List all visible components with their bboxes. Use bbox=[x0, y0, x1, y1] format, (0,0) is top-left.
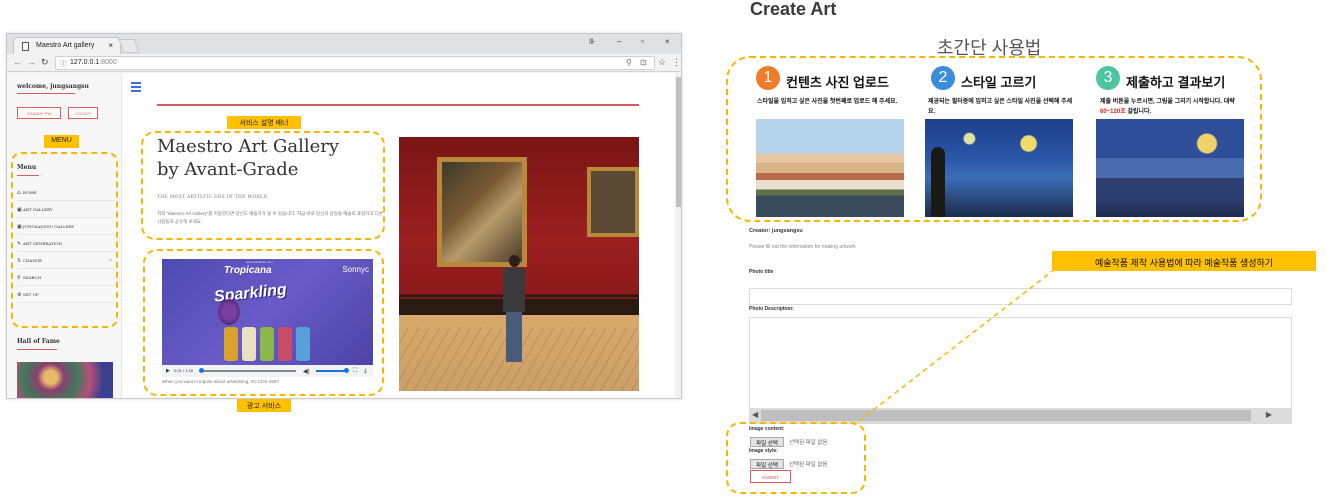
page-scrollbar[interactable] bbox=[675, 73, 681, 398]
hall-of-fame-image[interactable] bbox=[17, 362, 113, 398]
tab-title: Maestro Art gallery bbox=[36, 42, 95, 49]
scrollbar-thumb[interactable] bbox=[676, 77, 681, 207]
kebab-menu-icon[interactable]: ⋮ bbox=[672, 57, 681, 68]
form-instruction: Please fill out the information for maki… bbox=[749, 244, 856, 250]
welcome-text: welcome, jungsangsu bbox=[17, 83, 89, 90]
change-pw-button[interactable]: CHANGE PW bbox=[17, 107, 61, 119]
ad-highlight-box bbox=[143, 249, 384, 396]
zoom-icon[interactable]: ⚲ bbox=[626, 58, 632, 67]
tab-strip: Maestro Art gallery × ⊪ – ▫ × bbox=[7, 34, 681, 54]
header-divider bbox=[157, 104, 639, 106]
welcome-underline bbox=[17, 93, 75, 94]
maximize-button[interactable]: ▫ bbox=[641, 37, 644, 46]
banner-annotation-label: 서비스 설명 배너 bbox=[227, 116, 301, 129]
cast-icon[interactable]: ⊪ bbox=[589, 37, 596, 46]
bookmark-star-icon[interactable]: ☆ bbox=[658, 57, 666, 68]
museum-photo bbox=[399, 137, 639, 391]
banner-highlight-box bbox=[141, 131, 385, 240]
browser-tab[interactable]: Maestro Art gallery × bbox=[13, 37, 121, 54]
hall-of-fame-underline bbox=[17, 349, 57, 350]
new-tab-button[interactable] bbox=[118, 39, 140, 53]
tab-close-button[interactable]: × bbox=[108, 41, 113, 50]
translate-icon[interactable]: ⊡ bbox=[640, 58, 647, 67]
menu-annotation-label: MENU bbox=[44, 135, 79, 148]
scroll-left-arrow-icon[interactable]: ◀ bbox=[752, 410, 758, 419]
address-bar-row: ← → ↻ ⓘ 127.0.0.1:8000 ⚲ ⊡ ☆ ⋮ bbox=[7, 54, 681, 72]
create-art-title: Create Art bbox=[750, 0, 837, 19]
info-icon[interactable]: ⓘ bbox=[60, 59, 67, 69]
photo-description-label: Photo Description: bbox=[749, 306, 794, 312]
logout-button[interactable]: LOGOUT bbox=[68, 107, 98, 119]
creator-text: Creator: jungsangsu bbox=[749, 228, 803, 234]
guide-highlight-box bbox=[726, 56, 1262, 222]
close-window-button[interactable]: × bbox=[665, 37, 670, 46]
upload-highlight-box bbox=[726, 422, 866, 494]
menu-highlight-box bbox=[11, 152, 118, 328]
hamburger-menu-icon[interactable] bbox=[131, 82, 141, 94]
framed-painting bbox=[437, 157, 527, 267]
scroll-right-arrow-icon[interactable]: ▶ bbox=[1266, 410, 1272, 419]
forward-arrow-icon[interactable]: → bbox=[27, 57, 36, 67]
callout-annotation-label: 예술작품 제작 사용법에 따라 예술작품 생성하기 bbox=[1052, 251, 1316, 271]
document-icon bbox=[22, 42, 29, 51]
visitor-figure bbox=[503, 255, 525, 363]
reload-icon[interactable]: ↻ bbox=[41, 57, 49, 68]
photo-title-label: Photo title bbox=[749, 269, 774, 275]
minimize-button[interactable]: – bbox=[617, 37, 621, 46]
ad-annotation-label: 광고 서비스 bbox=[237, 399, 291, 412]
url-port: :8000 bbox=[99, 59, 117, 66]
url-input[interactable]: ⓘ 127.0.0.1:8000 ⚲ ⊡ bbox=[55, 56, 655, 70]
callout-connector bbox=[853, 268, 1056, 426]
url-host: 127.0.0.1 bbox=[70, 59, 100, 66]
framed-painting bbox=[587, 167, 639, 237]
hall-of-fame-title: Hall of Fame bbox=[17, 338, 60, 345]
back-arrow-icon[interactable]: ← bbox=[13, 57, 22, 67]
